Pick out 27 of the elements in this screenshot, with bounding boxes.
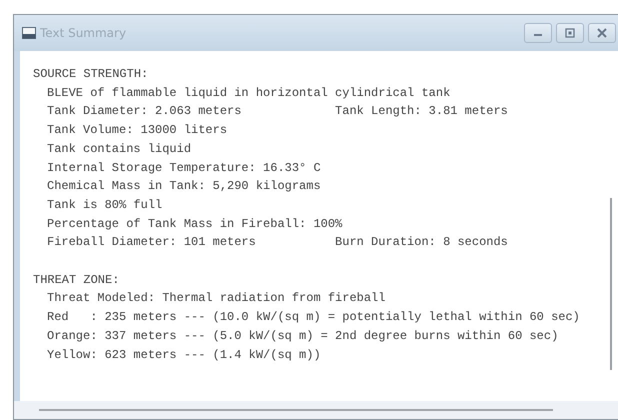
- summary-line: Percentage of Tank Mass in Fireball: 100%: [47, 216, 342, 233]
- minimize-icon: [534, 34, 542, 36]
- section-heading: THREAT ZONE:: [33, 272, 120, 289]
- minimize-button[interactable]: [524, 23, 552, 43]
- summary-line: Threat Modeled: Thermal radiation from fireball: [47, 290, 386, 308]
- summary-line: Internal Storage Temperature: 16.33° C: [47, 160, 321, 177]
- summary-line: Tank is 80% full: [47, 196, 162, 214]
- close-button[interactable]: [588, 23, 616, 43]
- summary-line: Burn Duration: 8 seconds: [335, 234, 508, 252]
- summary-line: Red : 235 meters --- (10.0 kW/(sq m) = potentially lethal within 60 sec): [47, 309, 580, 326]
- vertical-scrollbar[interactable]: [610, 198, 612, 370]
- summary-line: Chemical Mass in Tank: 5,290 kilograms: [47, 178, 321, 196]
- summary-line: Tank contains liquid: [47, 140, 192, 158]
- summary-line: Fireball Diameter: 101 meters: [47, 234, 257, 252]
- summary-line: Orange: 337 meters --- (5.0 kW/(sq m) = 2nd degree burns within 60 sec): [47, 328, 558, 345]
- summary-line: Tank Diameter: 2.063 meters: [47, 103, 242, 120]
- close-icon: [597, 28, 607, 38]
- window-title: Text Summary: [40, 26, 128, 40]
- window-icon: [22, 27, 36, 39]
- section-heading: SOURCE STRENGTH:: [33, 66, 150, 83]
- horizontal-scrollbar[interactable]: [39, 409, 553, 411]
- summary-line: Tank Length: 3.81 meters: [335, 103, 508, 120]
- summary-line: Yellow: 623 meters --- (1.4 kW/(sq m)): [47, 346, 321, 364]
- summary-line: Tank Volume: 13000 liters: [47, 122, 228, 140]
- restore-button[interactable]: [556, 23, 584, 43]
- restore-icon: [565, 28, 575, 38]
- summary-line: BLEVE of flammable liquid in horizontal cylindrical tank: [47, 84, 450, 102]
